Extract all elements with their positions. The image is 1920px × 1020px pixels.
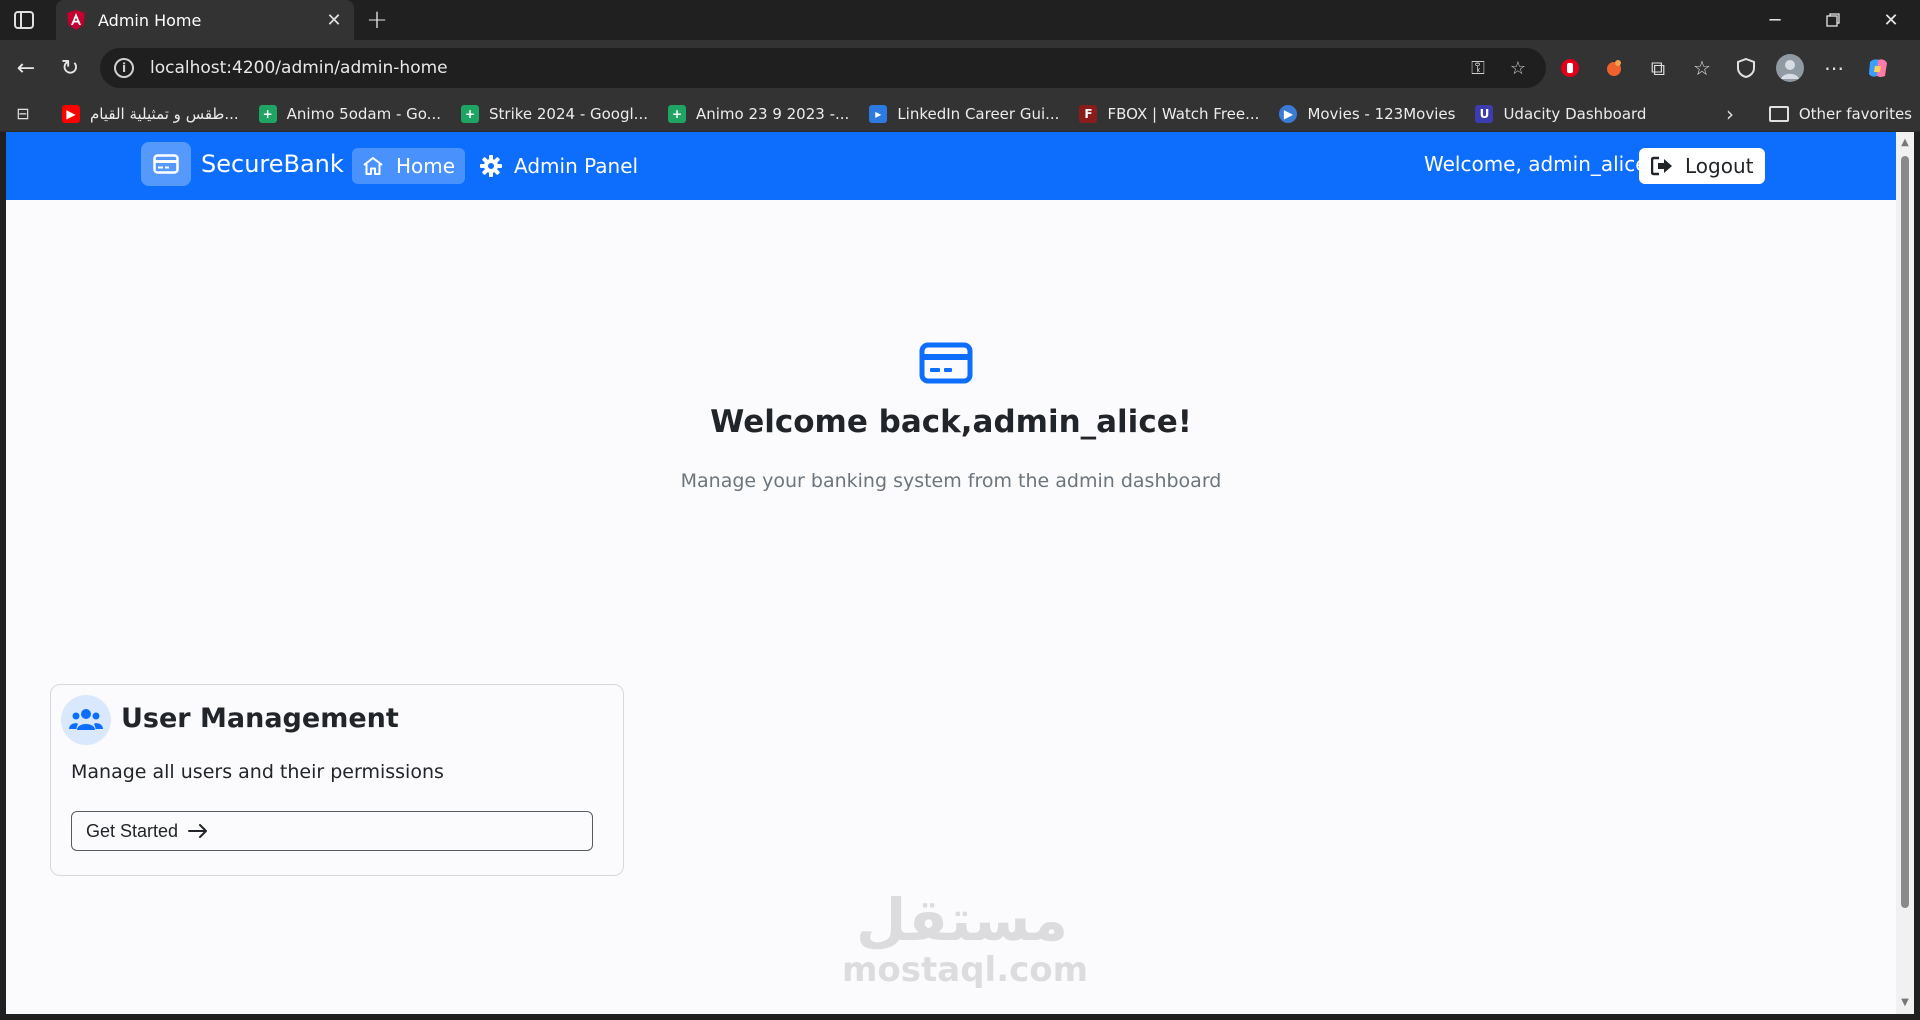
site-info-icon[interactable]: i	[114, 58, 134, 78]
video-icon: ▸	[869, 104, 888, 123]
bookmark-item[interactable]: U Udacity Dashboard	[1465, 100, 1656, 128]
bookmark-label: Strike 2024 - Googl...	[489, 104, 648, 123]
other-favorites[interactable]: Other favorites	[1768, 100, 1912, 128]
profile-avatar-icon[interactable]	[1768, 50, 1812, 86]
scrollbar-thumb[interactable]	[1901, 156, 1909, 908]
tab-actions-icon[interactable]	[12, 9, 36, 31]
play-circle-icon: ▶	[1279, 104, 1298, 123]
credit-card-icon	[919, 342, 973, 384]
page-subtitle: Manage your banking system from the admi…	[680, 470, 1222, 492]
tab-title: Admin Home	[98, 10, 202, 30]
bookmark-label: Animo 23 9 2023 -...	[695, 104, 850, 123]
logout-button[interactable]: Logout	[1639, 148, 1766, 184]
shield-icon[interactable]	[1724, 50, 1768, 86]
welcome-user-text: Welcome, admin_alice	[1424, 152, 1648, 176]
credit-card-icon	[141, 142, 191, 186]
gear-icon	[480, 155, 502, 177]
more-options-icon[interactable]: ⋯	[1812, 50, 1856, 86]
bookmark-item[interactable]: ▶ Movies - 123Movies	[1269, 100, 1465, 128]
get-started-button[interactable]: Get Started	[71, 811, 593, 851]
bookmark-label: LinkedIn Career Gui...	[897, 104, 1060, 123]
bookmarks-bar: ⊟ ▶ طقس و تمثيلية القيام... + Animo 5oda…	[0, 96, 1920, 132]
close-tab-icon[interactable]: ✕	[324, 10, 344, 31]
logout-icon	[1651, 156, 1673, 176]
new-tab-button[interactable]: +	[364, 5, 390, 35]
logout-label: Logout	[1685, 154, 1754, 178]
users-icon	[61, 695, 111, 745]
get-started-label: Get Started	[86, 820, 179, 841]
chevron-right-icon[interactable]: ›	[1716, 100, 1744, 128]
scroll-down-icon[interactable]: ▼	[1900, 998, 1910, 1008]
brand-name: SecureBank	[201, 150, 344, 178]
bookmark-label: Udacity Dashboard	[1503, 104, 1647, 123]
sheets-icon: +	[258, 104, 277, 123]
adblock-icon[interactable]	[1548, 50, 1592, 86]
collections-icon[interactable]: ⊟	[12, 103, 34, 125]
page-viewport: SecureBank Home Admin Panel Welcome, adm…	[6, 132, 1896, 1014]
restore-icon[interactable]	[1804, 0, 1862, 40]
bookmark-label: FBOX | Watch Free...	[1107, 104, 1260, 123]
home-icon	[362, 156, 384, 176]
scroll-up-icon[interactable]: ▲	[1900, 138, 1910, 148]
card-description: Manage all users and their permissions	[71, 761, 444, 783]
bookmark-label: Movies - 123Movies	[1307, 104, 1456, 123]
back-arrow-icon[interactable]: ←	[12, 54, 40, 82]
toolbar: ← ↻ i localhost:4200/admin/admin-home ⚿ …	[0, 40, 1920, 96]
brand[interactable]: SecureBank	[141, 142, 344, 186]
browser-tab-active[interactable]: Admin Home ✕	[56, 0, 354, 40]
watermark-latin: mostaql.com	[842, 950, 1089, 990]
bookmark-label: طقس و تمثيلية القيام...	[90, 104, 239, 123]
extension-orange-icon[interactable]	[1592, 50, 1636, 86]
sheets-icon: +	[461, 104, 479, 123]
user-management-card: User Management Manage all users and the…	[50, 684, 624, 876]
copilot-icon[interactable]	[1856, 50, 1900, 86]
bookmark-item[interactable]: ▶ طقس و تمثيلية القيام...	[52, 100, 249, 128]
puzzle-icon[interactable]: ⧉	[1636, 50, 1680, 86]
tab-strip: Admin Home ✕ + ─ ✕	[0, 0, 1920, 40]
favorites-icon[interactable]: ☆	[1680, 50, 1724, 86]
bookmark-item[interactable]: + Animo 23 9 2023 -...	[658, 100, 859, 128]
bookmark-item[interactable]: ▸ LinkedIn Career Gui...	[859, 100, 1069, 128]
arrow-right-icon	[188, 824, 208, 838]
other-favorites-label: Other favorites	[1798, 105, 1912, 123]
bookmark-item[interactable]: + Strike 2024 - Googl...	[451, 100, 658, 128]
youtube-icon: ▶	[62, 104, 80, 123]
nav-admin-panel-link[interactable]: Admin Panel	[474, 148, 644, 184]
udacity-icon: U	[1475, 104, 1494, 123]
nav-home-link[interactable]: Home	[352, 148, 466, 184]
refresh-icon[interactable]: ↻	[56, 54, 84, 82]
angular-icon	[66, 10, 86, 30]
top-navbar: SecureBank Home Admin Panel Welcome, adm…	[6, 132, 1896, 200]
watermark: مستقل mostaql.com	[842, 886, 1089, 990]
extensions-bar: ⧉ ☆ ⋯	[1548, 50, 1900, 86]
nav-home-label: Home	[396, 154, 456, 178]
close-window-icon[interactable]: ✕	[1862, 0, 1920, 40]
watermark-arabic: مستقل	[855, 886, 1069, 954]
vertical-scrollbar[interactable]: ▲ ▼	[1896, 132, 1914, 1014]
folder-icon	[1768, 106, 1789, 122]
url-text[interactable]: localhost:4200/admin/admin-home	[150, 58, 1452, 78]
minimize-icon[interactable]: ─	[1746, 0, 1804, 40]
sheets-icon: +	[667, 104, 686, 123]
window-controls: ─ ✕	[1746, 0, 1920, 40]
bookmark-label: Animo 5odam - Go...	[286, 104, 441, 123]
bookmark-item[interactable]: F FBOX | Watch Free...	[1069, 100, 1269, 128]
address-bar[interactable]: i localhost:4200/admin/admin-home ⚿ ☆	[100, 48, 1546, 88]
key-icon[interactable]: ⚿	[1464, 54, 1492, 82]
bookmark-item[interactable]: + Animo 5odam - Go...	[249, 100, 451, 128]
star-icon[interactable]: ☆	[1504, 54, 1532, 82]
card-title: User Management	[121, 703, 399, 734]
fbox-icon: F	[1079, 104, 1098, 123]
page-title: Welcome back,admin_alice!	[710, 404, 1192, 440]
nav-admin-panel-label: Admin Panel	[514, 154, 639, 178]
